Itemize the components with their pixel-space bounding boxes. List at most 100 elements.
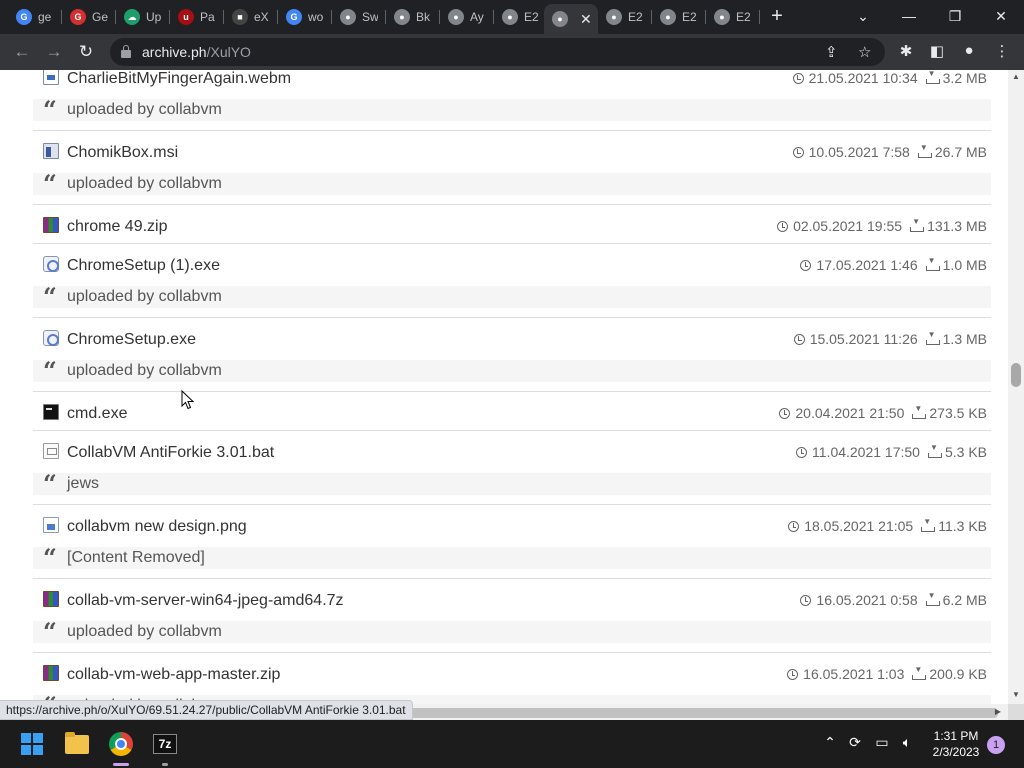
quote-icon: “ bbox=[43, 469, 57, 498]
file-name-link[interactable]: CharlieBitMyFingerAgain.webm bbox=[67, 70, 291, 88]
browser-tab[interactable]: ● Ay bbox=[440, 4, 494, 30]
browser-tab[interactable]: G Ge bbox=[62, 4, 116, 30]
clock-time: 1:31 PM bbox=[933, 729, 979, 743]
genius-icon: G bbox=[70, 9, 86, 25]
forward-button[interactable]: → bbox=[42, 40, 66, 64]
ublock-icon: u bbox=[178, 9, 194, 25]
link-status-bubble: https://archive.ph/o/XulYO/69.51.24.27/p… bbox=[0, 700, 413, 720]
system-clock[interactable]: 1:31 PM 2/3/2023 bbox=[928, 728, 984, 760]
download-icon bbox=[925, 70, 940, 84]
close-window-button[interactable]: ✕ bbox=[978, 0, 1024, 32]
bookmark-star-icon[interactable]: ☆ bbox=[858, 43, 871, 61]
chevron-up-icon[interactable]: ⌃ bbox=[820, 734, 840, 751]
file-meta: 20.04.2021 21:50 273.5 KB bbox=[779, 404, 987, 421]
browser-tab[interactable]: ● E2 bbox=[494, 4, 548, 30]
file-type-icon bbox=[43, 143, 59, 159]
clock-icon bbox=[796, 446, 808, 458]
url-text[interactable]: archive.ph/XulYO bbox=[142, 44, 251, 60]
scroll-up-arrow[interactable]: ▲ bbox=[1008, 72, 1024, 84]
file-row: ChromeSetup.exe 15.05.2021 11:26 1.3 MB “ up… bbox=[33, 318, 991, 392]
share-icon[interactable]: ⇪ bbox=[825, 43, 838, 61]
file-comment: “ uploaded by collabvm bbox=[33, 620, 991, 644]
download-icon bbox=[927, 443, 942, 458]
file-size: 1.0 MB bbox=[942, 257, 987, 273]
globe-icon: ● bbox=[714, 9, 730, 25]
vertical-scrollbar[interactable] bbox=[1008, 70, 1024, 704]
file-name-link[interactable]: collab-vm-web-app-master.zip bbox=[67, 666, 280, 684]
download-icon bbox=[925, 256, 940, 271]
quote-icon: “ bbox=[43, 282, 57, 311]
start-button[interactable] bbox=[16, 728, 48, 760]
file-meta: 02.05.2021 19:55 131.3 MB bbox=[777, 217, 987, 234]
reload-button[interactable]: ↻ bbox=[74, 40, 98, 64]
exe-icon: ■ bbox=[232, 9, 248, 25]
folder-icon bbox=[65, 731, 89, 754]
side-panel-icon[interactable]: ◧ bbox=[927, 42, 947, 60]
file-row-header: collab-vm-web-app-master.zip 16.05.2021 1… bbox=[33, 653, 991, 695]
restore-button[interactable]: ❐ bbox=[932, 0, 978, 32]
browser-tab[interactable]: u Pa bbox=[170, 4, 224, 30]
scroll-right-arrow[interactable]: ▶ bbox=[992, 704, 1004, 720]
clock-icon bbox=[793, 333, 805, 345]
browser-tab[interactable]: ● E2 bbox=[706, 4, 760, 30]
chrome-taskbar-button[interactable] bbox=[105, 728, 137, 760]
file-row-header: CharlieBitMyFingerAgain.webm 21.05.2021 1… bbox=[33, 70, 991, 99]
upload-icon: ☁ bbox=[124, 9, 140, 25]
file-name-link[interactable]: chrome 49.zip bbox=[67, 218, 168, 236]
browser-tab[interactable]: ● E2 bbox=[598, 4, 652, 30]
file-explorer-button[interactable] bbox=[61, 728, 93, 760]
network-icon[interactable]: ▭ bbox=[872, 734, 892, 751]
globe-icon: ● bbox=[552, 11, 568, 27]
quote-icon: “ bbox=[43, 169, 57, 198]
extensions-icon[interactable]: ✱ bbox=[896, 42, 916, 60]
tab-title: Sw bbox=[362, 10, 378, 24]
vertical-scroll-thumb[interactable] bbox=[1011, 363, 1021, 387]
file-name-link[interactable]: collab-vm-server-win64-jpeg-amd64.7z bbox=[67, 592, 344, 610]
tab-strip: + ⌄ — ❐ ✕ Gge G Ge ☁ Up u Pa ■ eX Gwo ● Sw ● Bk ● Ay ● E2… bbox=[0, 0, 1024, 34]
minimize-button[interactable]: — bbox=[886, 0, 932, 32]
comment-text: jews bbox=[67, 475, 100, 492]
tab-title: E2 bbox=[682, 10, 697, 24]
browser-tab[interactable]: ● Bk bbox=[386, 4, 440, 30]
file-meta: 17.05.2021 1:46 1.0 MB bbox=[800, 256, 987, 273]
file-name-link[interactable]: cmd.exe bbox=[67, 405, 127, 423]
new-tab-button[interactable]: + bbox=[766, 5, 788, 28]
back-button[interactable]: ← bbox=[10, 40, 34, 64]
sevenzip-running-indicator bbox=[162, 763, 168, 766]
tab-search-button[interactable]: ⌄ bbox=[840, 0, 886, 32]
profile-icon[interactable]: ● bbox=[959, 42, 979, 59]
file-type-icon bbox=[43, 404, 59, 420]
file-type-icon bbox=[43, 330, 59, 346]
globe-icon: ● bbox=[606, 9, 622, 25]
browser-tab[interactable]: ● ✕ bbox=[544, 4, 598, 34]
browser-tab[interactable]: ● E2 bbox=[652, 4, 706, 30]
menu-icon[interactable]: ⋮ bbox=[992, 42, 1012, 60]
file-name-link[interactable]: CollabVM AntiForkie 3.01.bat bbox=[67, 444, 274, 462]
taskbar: 7z ⌃ ⟳ ▭ 🔈︎ 1:31 PM 2/3/2023 1 bbox=[0, 720, 1024, 768]
browser-tab[interactable]: ☁ Up bbox=[116, 4, 170, 30]
browser-tab[interactable]: ■ eX bbox=[224, 4, 278, 30]
address-bar[interactable]: archive.ph/XulYO ⇪ ☆ bbox=[110, 38, 885, 66]
file-row-header: collab-vm-server-win64-jpeg-amd64.7z 16.0… bbox=[33, 579, 991, 621]
file-type-icon bbox=[43, 665, 59, 681]
notification-badge[interactable]: 1 bbox=[987, 736, 1005, 754]
file-name-link[interactable]: ChomikBox.msi bbox=[67, 144, 178, 162]
file-row: ChomikBox.msi 10.05.2021 7:58 26.7 MB “ uplo… bbox=[33, 131, 991, 205]
sync-alert-icon[interactable]: ⟳ bbox=[845, 734, 865, 751]
sevenzip-taskbar-button[interactable]: 7z bbox=[149, 728, 181, 760]
file-type-icon bbox=[43, 517, 59, 533]
browser-tab[interactable]: ● Sw bbox=[332, 4, 386, 30]
file-name-link[interactable]: collabvm new design.png bbox=[67, 518, 247, 536]
volume-icon[interactable]: 🔈︎ bbox=[897, 734, 917, 751]
file-row-header: ChromeSetup.exe 15.05.2021 11:26 1.3 MB bbox=[33, 318, 991, 360]
browser-tab[interactable]: Gwo bbox=[278, 4, 332, 30]
file-row: chrome 49.zip 02.05.2021 19:55 131.3 MB bbox=[33, 205, 991, 244]
file-name-link[interactable]: ChromeSetup.exe bbox=[67, 331, 196, 349]
browser-toolbar: ← → ↻ archive.ph/XulYO ⇪ ☆ ✱ ◧ ● ⋮ bbox=[0, 34, 1024, 70]
browser-tab[interactable]: Gge bbox=[8, 4, 62, 30]
scroll-down-arrow[interactable]: ▼ bbox=[1008, 690, 1024, 702]
file-name-link[interactable]: ChromeSetup (1).exe bbox=[67, 257, 220, 275]
close-tab-icon[interactable]: ✕ bbox=[580, 11, 592, 28]
tab-title: wo bbox=[308, 10, 324, 24]
clock-icon bbox=[779, 407, 791, 419]
